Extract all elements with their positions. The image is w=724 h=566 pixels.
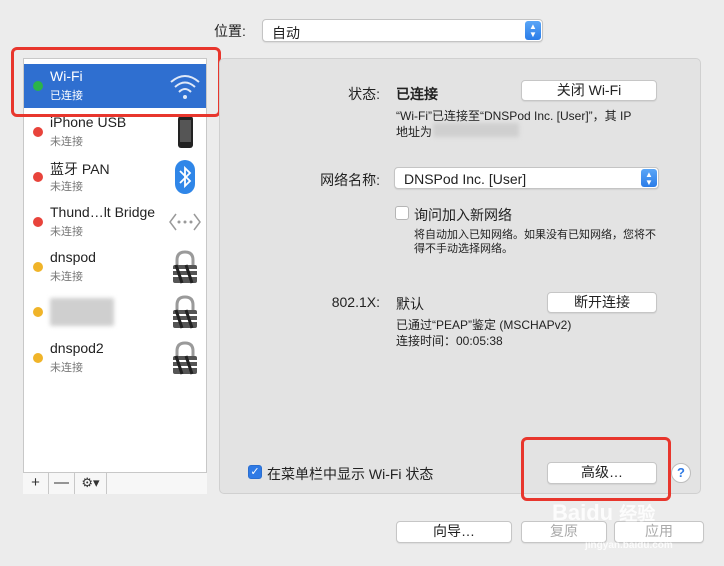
status-dot-red <box>33 172 43 182</box>
baidu-watermark: Baidu 经验 <box>552 500 655 526</box>
disconnect-button[interactable]: 断开连接 <box>547 292 657 313</box>
service-status: 未连接 <box>50 226 83 238</box>
watermark-url: jingyan.baidu.com <box>585 540 673 551</box>
blurred-ip-address <box>433 123 519 137</box>
network-name-select[interactable]: DNSPod Inc. [User] ▲ ▼ <box>394 167 659 189</box>
status-dot-yellow <box>33 262 43 272</box>
service-name: dnspod <box>50 249 96 265</box>
highlight-wifi <box>11 47 221 117</box>
security-value: 默认 <box>396 296 424 312</box>
vpn-lock-icon <box>173 341 197 375</box>
iphone-icon <box>178 116 193 148</box>
network-name-label: 网络名称: <box>320 172 380 188</box>
show-status-checkbox[interactable]: ✓ <box>248 465 262 479</box>
status-dot-red <box>33 127 43 137</box>
ask-join-description: 将自动加入已知网络。如果没有已知网络，您将不 <box>414 229 656 241</box>
watermark-brand: Baidu <box>552 500 614 525</box>
list-controls: + — ⚙▾ <box>23 472 207 494</box>
show-status-label: 在菜单栏中显示 Wi-Fi 状态 <box>267 466 434 482</box>
service-status: 未连接 <box>50 136 83 148</box>
service-status: 未连接 <box>50 181 83 193</box>
service-name: dnspod2 <box>50 340 104 356</box>
service-name: 蓝牙 PAN <box>50 161 110 177</box>
add-service-button[interactable]: + <box>23 473 49 494</box>
auth-info: 已通过“PEAP”鉴定 (MSCHAPv2) <box>396 318 572 332</box>
blurred-service-name <box>50 298 114 326</box>
watermark-sub: 经验 <box>619 504 656 524</box>
bridge-icon <box>169 213 201 231</box>
bluetooth-icon <box>175 160 195 194</box>
connection-time: 连接时间：00:05:38 <box>396 334 503 348</box>
remove-service-button[interactable]: — <box>49 473 75 494</box>
help-button[interactable]: ? <box>671 463 691 483</box>
status-dot-yellow <box>33 353 43 363</box>
service-item-dnspod2[interactable]: dnspod2 未连接 <box>24 336 206 380</box>
chevron-updown-icon: ▲ ▼ <box>525 21 541 40</box>
service-name: Thund…lt Bridge <box>50 204 156 220</box>
ask-join-label: 询问加入新网络 <box>414 207 512 223</box>
ask-join-description-2: 得不手动选择网络。 <box>414 243 513 255</box>
service-item-hidden[interactable] <box>24 290 206 334</box>
ask-join-checkbox[interactable] <box>395 206 409 220</box>
location-select[interactable]: 自动 ▲ ▼ <box>262 19 543 42</box>
vpn-lock-icon <box>173 295 197 329</box>
service-status: 未连接 <box>50 362 83 374</box>
assist-button[interactable]: 向导… <box>396 521 512 543</box>
service-item-bluetooth-pan[interactable]: 蓝牙 PAN 未连接 <box>24 155 206 199</box>
status-ip-label: 地址为 <box>396 125 433 139</box>
status-dot-yellow <box>33 307 43 317</box>
status-description: “Wi-Fi”已连接至“DNSPod Inc. [User]”，其 IP <box>396 109 632 123</box>
network-name-value: DNSPod Inc. [User] <box>404 171 527 187</box>
location-value: 自动 <box>272 25 300 41</box>
status-value: 已连接 <box>396 86 438 102</box>
service-item-dnspod[interactable]: dnspod 未连接 <box>24 245 206 289</box>
highlight-advanced <box>521 437 671 501</box>
service-list: Wi-Fi 已连接 iPhone USB 未连接 蓝牙 PAN 未连接 Thun… <box>23 58 207 494</box>
service-item-thunderbolt-bridge[interactable]: Thund…lt Bridge 未连接 <box>24 200 206 244</box>
location-label: 位置: <box>214 23 246 39</box>
vpn-lock-icon <box>173 250 197 284</box>
security-label: 802.1X: <box>331 294 380 310</box>
gear-menu-button[interactable]: ⚙▾ <box>75 473 107 494</box>
status-label: 状态: <box>348 86 380 102</box>
chevron-updown-icon: ▲ ▼ <box>641 169 657 187</box>
service-status: 未连接 <box>50 271 83 283</box>
status-dot-red <box>33 217 43 227</box>
turn-off-wifi-button[interactable]: 关闭 Wi-Fi <box>521 80 657 101</box>
